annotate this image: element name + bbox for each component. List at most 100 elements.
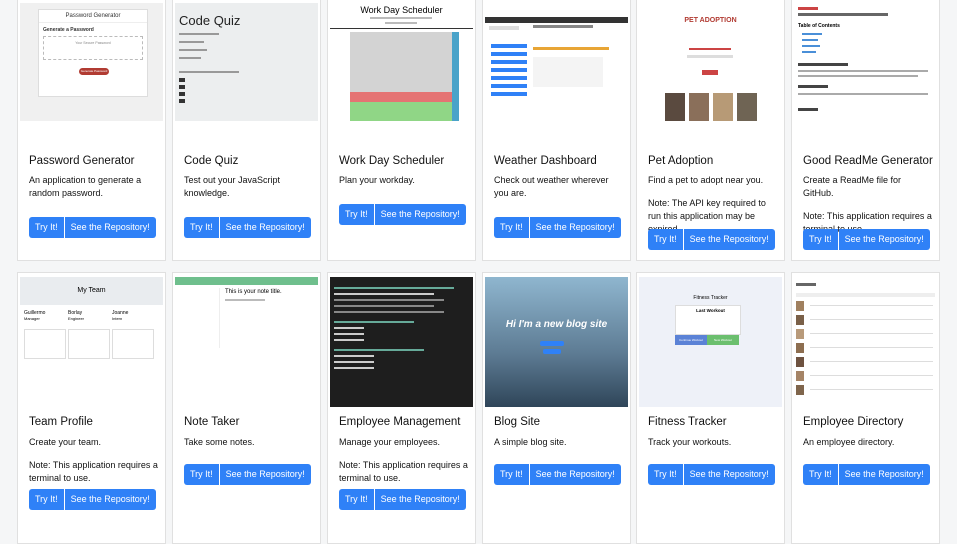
try-it-button[interactable]: Try It! (184, 464, 219, 485)
see-repository-button[interactable]: See the Repository! (683, 229, 775, 250)
project-description: Create a ReadMe file for GitHub. Note: T… (803, 174, 933, 236)
see-repository-button[interactable]: See the Repository! (529, 217, 621, 238)
try-it-button[interactable]: Try It! (494, 217, 529, 238)
project-title: Code Quiz (184, 155, 239, 167)
projects-page: Password Generator Generate a Password Y… (0, 0, 957, 544)
project-description: Take some notes. (184, 437, 255, 447)
see-repository-button[interactable]: See the Repository! (219, 217, 311, 238)
project-buttons: Try It! See the Repository! (29, 217, 156, 238)
see-repository-button[interactable]: See the Repository! (374, 489, 466, 510)
project-description-text: Create your team. (29, 437, 102, 447)
project-buttons: Try It! See the Repository! (803, 229, 930, 250)
try-it-button[interactable]: Try It! (494, 464, 529, 485)
try-it-button[interactable]: Try It! (803, 229, 838, 250)
thumb-subheading: Last Workout (696, 308, 725, 313)
thumb-heading: My Team (77, 287, 106, 294)
try-it-button[interactable]: Try It! (648, 229, 683, 250)
project-card-blog-site: Hi I'm a new blog site Blog Site A simpl… (482, 272, 631, 544)
project-description: Track your workouts. (648, 437, 732, 447)
project-description-text: Manage your employees. (339, 437, 441, 447)
see-repository-button[interactable]: See the Repository! (64, 217, 156, 238)
see-repository-button[interactable]: See the Repository! (838, 229, 930, 250)
thumb-heading: Code Quiz (179, 13, 241, 28)
project-title: Team Profile (29, 416, 93, 428)
project-card-good-readme-generator: Table of Contents Good ReadMe Generator … (791, 0, 940, 261)
project-thumbnail: PET ADOPTION (639, 3, 782, 121)
project-buttons: Try It! See the Repository! (648, 464, 775, 485)
project-thumbnail: Hi I'm a new blog site (485, 277, 628, 407)
project-thumbnail: Table of Contents (794, 3, 937, 121)
project-thumbnail: This is your note title. (175, 277, 318, 407)
project-description-text: Find a pet to adopt near you. (648, 175, 764, 185)
thumb-heading: Table of Contents (798, 23, 840, 29)
see-repository-button[interactable]: See the Repository! (683, 464, 775, 485)
see-repository-button[interactable]: See the Repository! (838, 464, 930, 485)
project-thumbnail: Password Generator Generate a Password Y… (20, 3, 163, 121)
project-description: An employee directory. (803, 437, 895, 447)
project-description-text: Create a ReadMe file for GitHub. (803, 175, 902, 198)
thumb-heading: Hi I'm a new blog site (505, 319, 608, 330)
project-description: Check out weather wherever you are. (494, 175, 609, 198)
project-title: Note Taker (184, 416, 240, 428)
thumb-heading: Password Generator (65, 13, 121, 19)
project-thumbnail: Code Quiz (175, 3, 318, 121)
project-note: Note: This application requires a termin… (339, 460, 468, 483)
project-card-pet-adoption: PET ADOPTION Pet Adoption Find a pet to … (636, 0, 785, 261)
try-it-button[interactable]: Try It! (803, 464, 838, 485)
project-card-weather-dashboard: Weather Dashboard Check out weather wher… (482, 0, 631, 261)
see-repository-button[interactable]: See the Repository! (374, 204, 466, 225)
thumb-subheading: Generate a Password (43, 27, 94, 33)
project-description: A simple blog site. (494, 437, 567, 447)
project-thumbnail: My Team Guillermo Manager Borlay Enginee… (20, 277, 163, 407)
thumb-person-role: Intern (112, 316, 123, 321)
project-card-team-profile: My Team Guillermo Manager Borlay Enginee… (17, 272, 166, 544)
project-card-work-day-scheduler: Work Day Scheduler Work Day Scheduler Pl… (327, 0, 476, 261)
project-note: Note: This application requires a termin… (29, 460, 158, 483)
project-description: An application to generate a random pass… (29, 175, 142, 198)
thumb-heading: Fitness Tracker (693, 295, 728, 301)
project-buttons: Try It! See the Repository! (339, 204, 466, 225)
thumb-person-role: Engineer (68, 316, 85, 321)
project-card-password-generator: Password Generator Generate a Password Y… (17, 0, 166, 261)
thumb-continue-button: Continue Workout (675, 335, 707, 345)
project-description: Find a pet to adopt near you. Note: The … (648, 174, 778, 236)
project-description: Create your team. Note: This application… (29, 436, 159, 485)
thumb-heading: This is your note title. (225, 289, 282, 295)
project-card-note-taker: This is your note title. Note Taker Take… (172, 272, 321, 544)
project-title: Weather Dashboard (494, 155, 597, 167)
project-buttons: Try It! See the Repository! (339, 489, 466, 510)
thumb-heading: Work Day Scheduler (360, 5, 443, 15)
project-title: Blog Site (494, 416, 541, 428)
project-buttons: Try It! See the Repository! (29, 489, 156, 510)
see-repository-button[interactable]: See the Repository! (529, 464, 621, 485)
project-buttons: Try It! See the Repository! (803, 464, 930, 485)
try-it-button[interactable]: Try It! (648, 464, 683, 485)
project-buttons: Try It! See the Repository! (184, 217, 311, 238)
project-thumbnail: Fitness Tracker Last Workout Continue Wo… (639, 277, 782, 407)
try-it-button[interactable]: Try It! (339, 204, 374, 225)
project-card-code-quiz: Code Quiz Code Quiz Test out your JavaSc… (172, 0, 321, 261)
project-description: Test out your JavaScript knowledge. (184, 175, 281, 198)
project-title: Employee Management (339, 416, 461, 428)
thumb-placeholder: Your Secure Password (75, 41, 111, 45)
project-description: Manage your employees. Note: This applic… (339, 436, 469, 485)
try-it-button[interactable]: Try It! (339, 489, 374, 510)
try-it-button[interactable]: Try It! (29, 489, 64, 510)
project-thumbnail: Work Day Scheduler (330, 3, 473, 121)
project-title: Password Generator (29, 155, 135, 167)
project-thumbnail (794, 277, 937, 407)
try-it-button[interactable]: Try It! (29, 217, 64, 238)
see-repository-button[interactable]: See the Repository! (64, 489, 156, 510)
project-title: Good ReadMe Generator (803, 155, 933, 167)
project-title: Work Day Scheduler (339, 155, 445, 167)
see-repository-button[interactable]: See the Repository! (219, 464, 311, 485)
thumb-person-role: Manager (24, 316, 40, 321)
thumb-new-button: New Workout (707, 335, 739, 345)
project-title: Fitness Tracker (648, 416, 727, 428)
project-buttons: Try It! See the Repository! (648, 229, 775, 250)
try-it-button[interactable]: Try It! (184, 217, 219, 238)
thumb-heading: PET ADOPTION (684, 17, 737, 24)
project-title: Employee Directory (803, 416, 904, 428)
project-card-fitness-tracker: Fitness Tracker Last Workout Continue Wo… (636, 272, 785, 544)
project-card-employee-directory: Employee Directory An employee directory… (791, 272, 940, 544)
